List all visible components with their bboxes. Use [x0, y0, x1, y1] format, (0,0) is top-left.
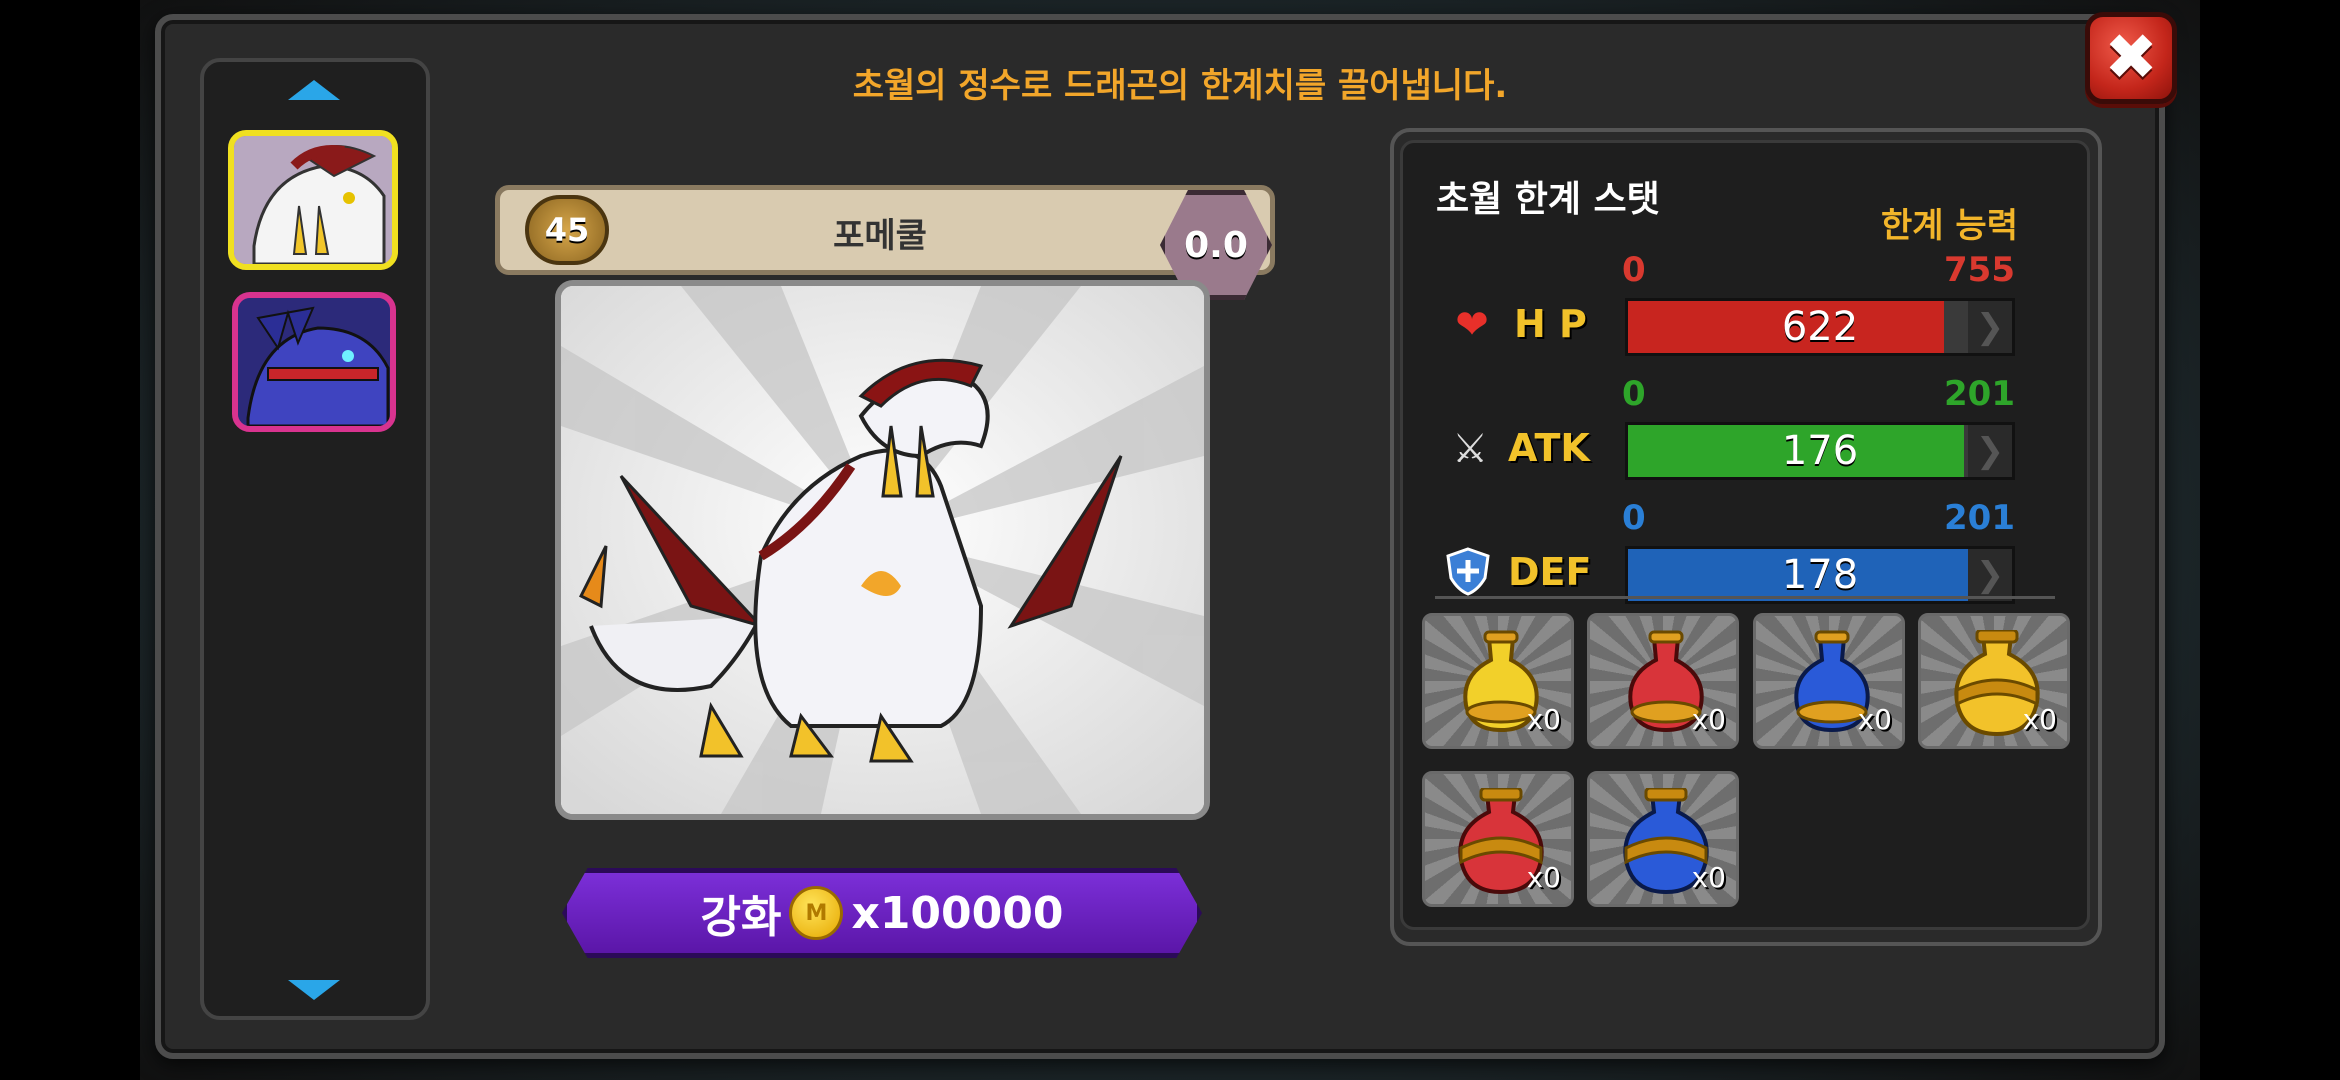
potion-count: x0	[1691, 861, 1726, 894]
blue-dragon-portrait-icon	[238, 298, 390, 426]
crossed-swords-icon: ⚔	[1452, 426, 1488, 472]
dragon-thumb-white[interactable]	[228, 130, 398, 270]
level-badge: 45	[525, 195, 609, 265]
shield-icon	[1440, 546, 1496, 596]
def-min: 0	[1622, 498, 1646, 538]
close-button[interactable]: ✖	[2085, 12, 2177, 104]
dragon-thumb-blue[interactable]	[232, 292, 396, 432]
dragon-name: 포메쿨	[833, 216, 927, 256]
potion-count: x0	[1691, 703, 1726, 736]
potion-count: x0	[1857, 703, 1892, 736]
atk-label: ATK	[1508, 426, 1590, 470]
potion-slot-big-red[interactable]: x0	[1422, 771, 1574, 907]
potion-slot-blue[interactable]: x0	[1753, 613, 1905, 749]
dragon-artwork-icon	[561, 286, 1204, 814]
close-icon: ✖	[2104, 21, 2158, 95]
coin-icon: M	[789, 886, 844, 940]
potion-count: x0	[2022, 703, 2057, 736]
white-dragon-portrait-icon	[234, 136, 392, 264]
atk-min: 0	[1622, 374, 1646, 414]
letterbox-left	[0, 0, 140, 1080]
scroll-up-arrow-icon[interactable]	[288, 80, 340, 100]
dragon-portrait	[555, 280, 1210, 820]
upgrade-cost: x100000	[851, 887, 1064, 939]
potion-slot-big-yellow[interactable]: x0	[1918, 613, 2070, 749]
def-label: DEF	[1508, 550, 1592, 594]
letterbox-right	[2200, 0, 2340, 1080]
potion-slot-yellow[interactable]: x0	[1422, 613, 1574, 749]
stats-divider	[1435, 596, 2055, 599]
modal-subtitle: 초월의 정수로 드래곤의 한계치를 끌어냅니다.	[852, 66, 1508, 106]
hp-value: 622	[1781, 304, 1859, 350]
hp-max: 755	[1944, 250, 2015, 290]
potion-slot-red[interactable]: x0	[1587, 613, 1739, 749]
def-max: 201	[1944, 498, 2015, 538]
upgrade-button[interactable]: 강화 M x100000	[562, 868, 1202, 958]
coin-letter: M	[805, 900, 828, 926]
stats-title: 초월 한계 스탯	[1436, 179, 1660, 220]
hp-label: H P	[1514, 302, 1587, 346]
heart-icon: ❤	[1455, 302, 1489, 348]
atk-max: 201	[1944, 374, 2015, 414]
upgrade-label: 강화	[700, 892, 782, 943]
potion-count: x0	[1526, 861, 1561, 894]
hp-bar: ❯ 622	[1625, 298, 2015, 356]
level-value: 45	[544, 211, 590, 249]
potion-slot-big-blue[interactable]: x0	[1587, 771, 1739, 907]
potion-count: x0	[1526, 703, 1561, 736]
atk-value: 176	[1781, 428, 1859, 474]
hp-min: 0	[1622, 250, 1646, 290]
atk-bar: ❯ 176	[1625, 422, 2015, 480]
def-value: 178	[1781, 552, 1859, 598]
limit-ability-label: 한계 능력	[1881, 206, 2018, 246]
rating-value: 0.0	[1184, 224, 1248, 266]
scroll-down-arrow-icon[interactable]	[288, 980, 340, 1000]
